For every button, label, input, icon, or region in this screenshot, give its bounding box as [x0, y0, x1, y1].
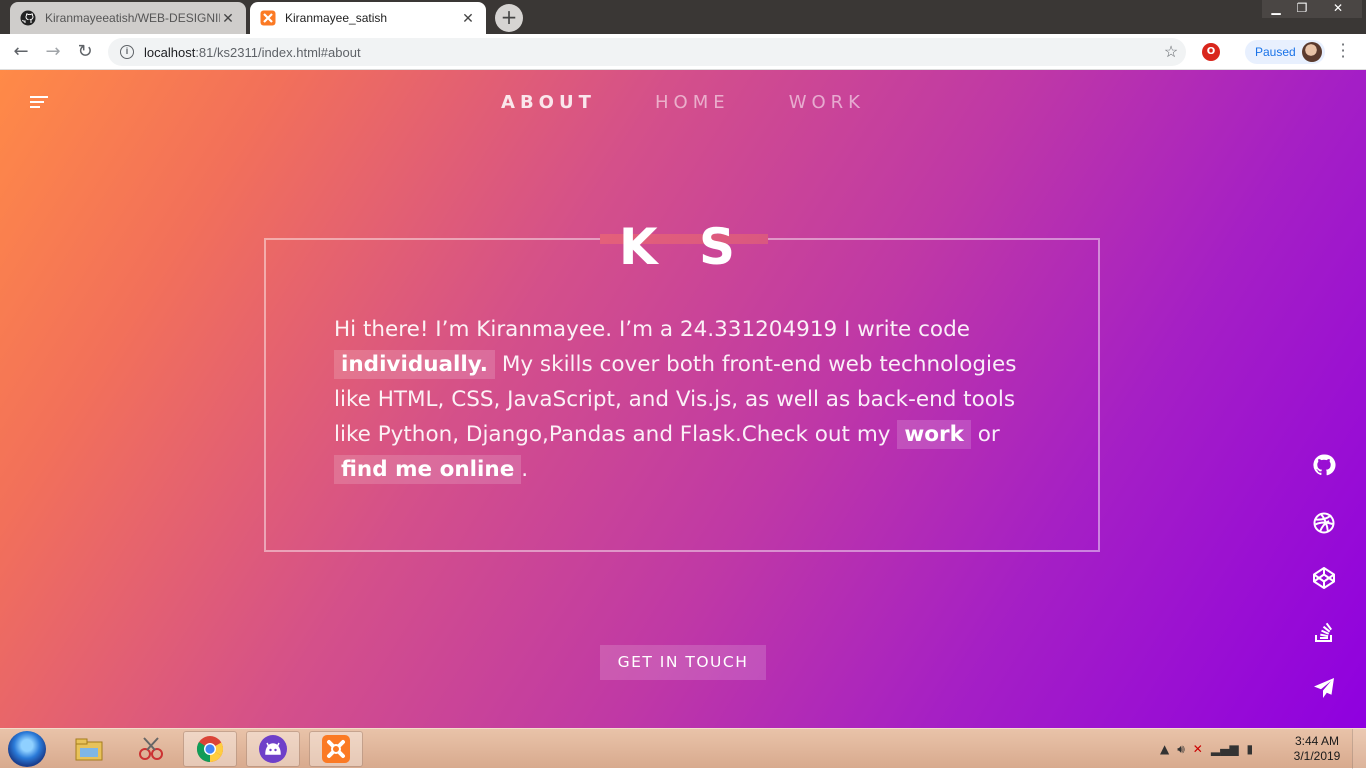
tab-title: Kiranmayee_satish	[285, 11, 388, 25]
get-in-touch-button[interactable]: GET IN TOUCH	[600, 645, 766, 680]
browser-toolbar: ← → ↻ i localhost:81/ks2311/index.html#a…	[0, 34, 1366, 70]
power-icon[interactable]: ▮	[1247, 742, 1254, 756]
github-desktop-icon[interactable]	[246, 731, 300, 767]
windows-start-button[interactable]	[8, 731, 46, 767]
page-viewport: ABOUT HOME WORK K S Hi there! I’m Kiranm…	[0, 70, 1366, 728]
profile-status: Paused	[1255, 45, 1296, 59]
network-warning-icon[interactable]: ✕	[1193, 742, 1203, 756]
tab-title: Kiranmayeeatish/WEB-DESIGNIN	[45, 11, 220, 25]
back-icon[interactable]: ←	[8, 39, 34, 65]
tab-kiranmayee[interactable]: Kiranmayee_satish ✕	[250, 2, 486, 34]
show-desktop-button[interactable]	[1352, 729, 1366, 769]
volume-icon[interactable]: 🔊︎	[1177, 742, 1185, 757]
window-close-button[interactable]: ✕	[1314, 0, 1362, 18]
close-icon[interactable]: ✕	[460, 10, 476, 27]
tray-expand-icon[interactable]: ▲	[1160, 742, 1169, 756]
forward-icon[interactable]: →	[40, 39, 66, 65]
browser-tab-strip: Kiranmayeeatish/WEB-DESIGNIN ✕ Kiranmaye…	[0, 0, 1366, 34]
avatar	[1302, 42, 1322, 62]
codepen-icon[interactable]	[1312, 566, 1336, 590]
close-icon[interactable]: ✕	[220, 10, 236, 27]
chrome-icon[interactable]	[183, 731, 237, 767]
tab-github[interactable]: Kiranmayeeatish/WEB-DESIGNIN ✕	[10, 2, 246, 34]
reload-icon[interactable]: ↻	[72, 39, 98, 65]
main-nav: ABOUT HOME WORK	[0, 92, 1366, 113]
github-icon[interactable]	[1312, 453, 1336, 477]
new-tab-button[interactable]: +	[495, 4, 523, 32]
nav-about[interactable]: ABOUT	[501, 92, 596, 113]
info-icon[interactable]: i	[120, 45, 134, 59]
restore-button[interactable]: ❐	[1288, 0, 1316, 18]
send-icon[interactable]	[1312, 676, 1336, 700]
xampp-icon	[260, 10, 276, 26]
profile-button[interactable]: Paused	[1245, 40, 1325, 64]
highlight-individually: individually.	[334, 350, 495, 379]
windows-explorer-icon[interactable]	[62, 731, 116, 767]
nav-home[interactable]: HOME	[655, 92, 730, 113]
extension-icon[interactable]: O	[1202, 43, 1220, 61]
dribbble-icon[interactable]	[1312, 511, 1336, 535]
clock-time: 3:44 AM	[1294, 734, 1340, 748]
url-text: localhost:81/ks2311/index.html#about	[144, 44, 361, 60]
taskbar-clock[interactable]: 3:44 AM 3/1/2019	[1288, 734, 1346, 764]
nav-work[interactable]: WORK	[789, 92, 865, 113]
monogram-logo: K S	[618, 218, 748, 276]
snipping-tool-icon[interactable]	[124, 731, 178, 767]
system-tray: ▲ 🔊︎ ✕ ▂▄▆ ▮	[1160, 737, 1253, 761]
signal-icon[interactable]: ▂▄▆	[1211, 742, 1239, 756]
menu-dots-icon[interactable]: · · ·	[1338, 37, 1348, 65]
clock-date: 3/1/2019	[1293, 749, 1341, 763]
bookmark-star-icon[interactable]: ☆	[1156, 42, 1186, 62]
minimize-button[interactable]: ▁	[1262, 0, 1290, 18]
address-bar[interactable]: i localhost:81/ks2311/index.html#about ☆	[108, 38, 1186, 66]
about-text: Hi there! I’m Kiranmayee. I’m a 24.33120…	[334, 317, 1017, 484]
windows-taskbar: ▲ 🔊︎ ✕ ▂▄▆ ▮ 3:44 AM 3/1/2019	[0, 728, 1366, 769]
find-me-online-link[interactable]: find me online	[334, 455, 522, 484]
xampp-icon[interactable]	[309, 731, 363, 767]
stackoverflow-icon[interactable]	[1312, 620, 1336, 644]
github-icon	[20, 10, 36, 26]
work-link[interactable]: work	[897, 420, 971, 449]
